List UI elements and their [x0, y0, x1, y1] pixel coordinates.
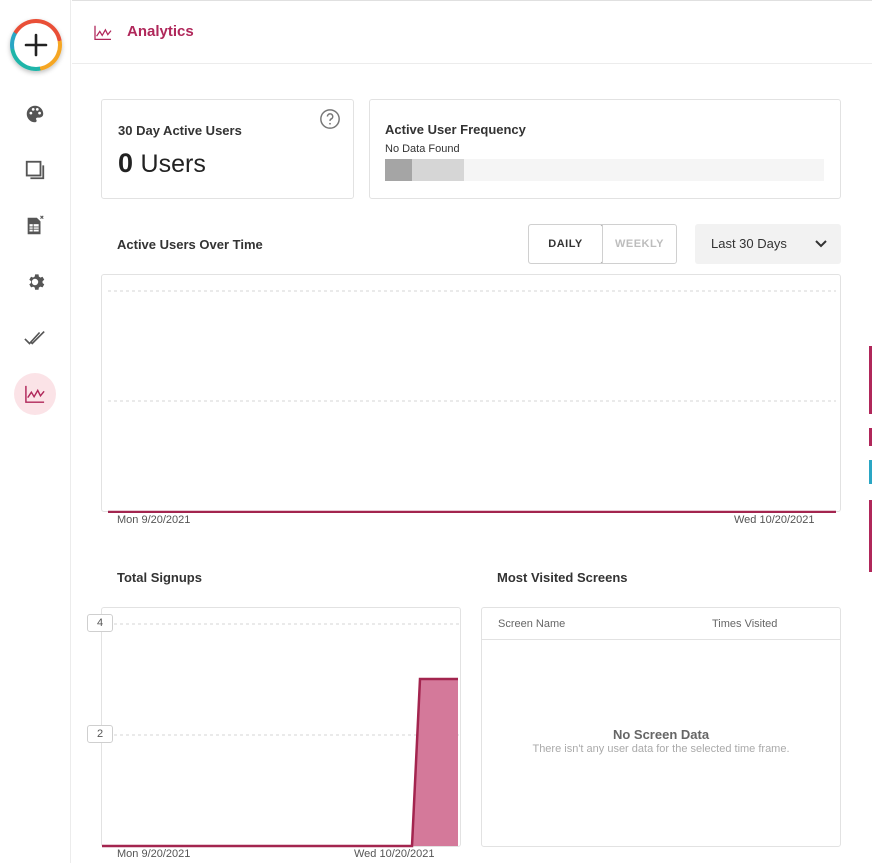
- chart-line-icon: [25, 385, 45, 403]
- page-header: Analytics: [72, 0, 872, 64]
- screens-table-header: Screen Name Times Visited: [482, 608, 840, 640]
- sidebar-item-settings[interactable]: [14, 261, 56, 303]
- date-range-value: Last 30 Days: [711, 236, 787, 251]
- frequency-bar-segment: [412, 159, 464, 181]
- signups-chart: [101, 607, 461, 848]
- active-chart-x-end: Wed 10/20/2021: [734, 514, 815, 526]
- help-icon[interactable]: [319, 108, 341, 130]
- gear-icon: [29, 274, 45, 290]
- active-users-chart: [101, 274, 841, 513]
- spreadsheet-icon: [27, 215, 44, 235]
- frequency-bar-segment: [385, 159, 412, 181]
- signups-y-tick-4: 4: [87, 614, 113, 632]
- frequency-label: Active User Frequency: [385, 122, 526, 137]
- interval-toggle: DAILY WEEKLY: [528, 224, 677, 264]
- sidebar-item-screens[interactable]: [14, 149, 56, 191]
- sidebar: [0, 0, 71, 863]
- active-over-time-title: Active Users Over Time: [117, 237, 263, 252]
- plus-icon: [24, 33, 48, 57]
- screens-title: Most Visited Screens: [497, 570, 628, 585]
- signups-chart-svg: [102, 623, 460, 848]
- chart-line-icon: [94, 25, 112, 41]
- screens-table: Screen Name Times Visited No Screen Data…: [481, 607, 841, 847]
- screens-icon: [25, 160, 45, 180]
- screens-empty-subtitle: There isn't any user data for the select…: [532, 743, 790, 755]
- add-button[interactable]: [10, 19, 62, 71]
- date-range-select[interactable]: Last 30 Days: [695, 224, 841, 264]
- active-users-label: 30 Day Active Users: [118, 123, 242, 138]
- frequency-card: Active User Frequency No Data Found: [369, 99, 841, 199]
- active-users-chart-svg: [108, 290, 836, 513]
- sidebar-item-analytics[interactable]: [14, 373, 56, 415]
- double-check-icon: [24, 330, 45, 345]
- page-title: Analytics: [127, 23, 194, 40]
- col-times-visited: Times Visited: [712, 618, 778, 630]
- screens-empty-title: No Screen Data: [612, 727, 710, 742]
- chevron-down-icon: [815, 240, 827, 248]
- signups-title: Total Signups: [117, 570, 202, 585]
- signups-x-start: Mon 9/20/2021: [117, 848, 191, 860]
- active-users-card: 30 Day Active Users 0 Users: [101, 99, 354, 199]
- active-users-count: 0: [118, 148, 134, 178]
- frequency-bar: [385, 159, 824, 181]
- palette-icon: [26, 105, 44, 123]
- signups-x-end: Wed 10/20/2021: [354, 848, 435, 860]
- active-users-unit: Users: [140, 150, 206, 178]
- active-chart-x-start: Mon 9/20/2021: [117, 514, 191, 526]
- sidebar-item-data[interactable]: [14, 205, 56, 247]
- daily-toggle-button[interactable]: DAILY: [529, 225, 603, 263]
- col-screen-name: Screen Name: [498, 618, 566, 630]
- sidebar-item-publish[interactable]: [14, 317, 56, 359]
- frequency-status: No Data Found: [385, 143, 460, 155]
- sidebar-item-palette[interactable]: [14, 93, 56, 135]
- signups-y-tick-2: 2: [87, 725, 113, 743]
- active-users-value: 0 Users: [118, 148, 206, 179]
- weekly-toggle-button[interactable]: WEEKLY: [602, 225, 676, 263]
- signups-series-line: [102, 677, 458, 848]
